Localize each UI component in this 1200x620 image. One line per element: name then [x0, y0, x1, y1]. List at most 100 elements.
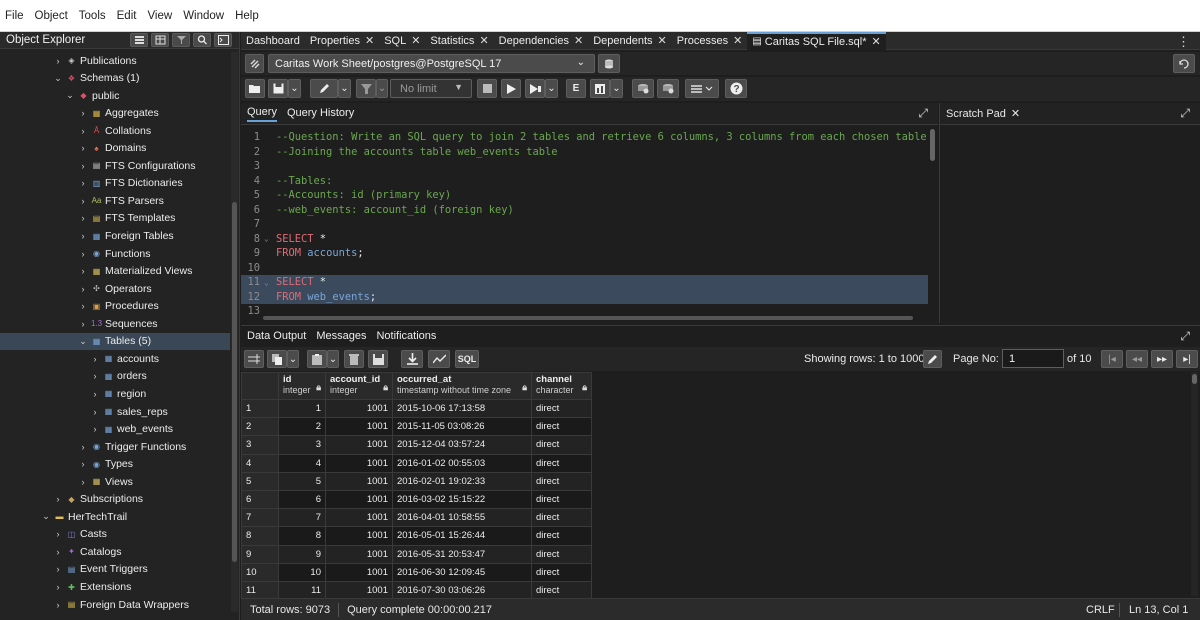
view-data-icon[interactable] — [151, 33, 169, 47]
explain-options-chevron-icon[interactable]: ⌄ — [545, 79, 558, 98]
table-cell[interactable]: 2015-10-06 17:13:58 — [392, 398, 532, 419]
table-cell[interactable]: 2016-06-30 12:09:45 — [392, 562, 532, 582]
row-number[interactable]: 7 — [241, 508, 279, 528]
last-page-icon[interactable]: ▸| — [1176, 350, 1198, 368]
editor-vertical-scrollbar[interactable] — [929, 129, 936, 314]
tree-item-collations[interactable]: › Ā Collations — [78, 122, 152, 139]
tree-item-fts-configurations[interactable]: › ▤ FTS Configurations — [78, 157, 196, 174]
chart-options-chevron-icon[interactable]: ⌄ — [610, 79, 623, 98]
table-cell[interactable]: 1 — [278, 398, 326, 419]
save-file-icon[interactable] — [268, 79, 288, 98]
menu-window[interactable]: Window — [183, 10, 224, 22]
table-cell[interactable]: 10 — [278, 562, 326, 582]
tree-item-public[interactable]: ⌄ ◆ public — [65, 87, 119, 104]
filter-options-chevron-icon[interactable]: ⌄ — [376, 79, 388, 98]
close-icon[interactable]: ✕ — [658, 34, 667, 47]
chevron-right-icon[interactable]: › — [78, 477, 88, 487]
paste-options-chevron-icon[interactable]: ⌄ — [327, 350, 339, 368]
save-options-chevron-icon[interactable]: ⌄ — [288, 79, 301, 98]
tree-item-web-events[interactable]: › ▦ web_events — [90, 421, 174, 438]
tree-item-aggregates[interactable]: › ▦ Aggregates — [78, 105, 159, 122]
tree-item-trigger-functions[interactable]: › ◉ Trigger Functions — [78, 438, 187, 455]
table-cell[interactable]: direct — [531, 453, 592, 473]
tree-item-region[interactable]: › ▦ region — [90, 385, 147, 402]
table-cell[interactable]: direct — [531, 417, 592, 437]
close-icon[interactable]: ✕ — [871, 35, 880, 48]
tree-item-sequences[interactable]: › 1.3 Sequences — [78, 315, 158, 332]
chevron-right-icon[interactable]: › — [78, 284, 88, 294]
table-cell[interactable]: direct — [531, 562, 592, 582]
chevron-right-icon[interactable]: › — [53, 600, 63, 610]
code-line[interactable]: 13 — [241, 304, 928, 319]
row-number[interactable]: 4 — [241, 453, 279, 473]
table-cell[interactable]: 5 — [278, 471, 326, 491]
tree-item-materialized-views[interactable]: › ▦ Materialized Views — [78, 263, 193, 280]
fold-icon[interactable]: ⌄ — [264, 278, 276, 287]
row-number[interactable]: 10 — [241, 562, 279, 582]
chevron-right-icon[interactable]: › — [78, 319, 88, 329]
menu-tools[interactable]: Tools — [79, 10, 106, 22]
table-cell[interactable]: 2016-05-01 15:26:44 — [392, 526, 532, 546]
code-line[interactable]: 4 --Tables: — [241, 174, 928, 189]
row-number[interactable]: 11 — [241, 580, 279, 598]
code-line[interactable]: 2 --Joining the accounts table web_events… — [241, 145, 928, 160]
chevron-right-icon[interactable]: › — [78, 442, 88, 452]
delete-row-icon[interactable] — [344, 350, 364, 368]
table-cell[interactable]: 1001 — [325, 508, 393, 528]
expand-icon[interactable]: ⤢ — [918, 106, 928, 121]
tree-item-orders[interactable]: › ▦ orders — [90, 368, 147, 385]
table-cell[interactable]: 2015-12-04 03:57:24 — [392, 435, 532, 455]
expand-icon[interactable]: ⤢ — [1180, 329, 1190, 344]
chevron-right-icon[interactable]: › — [90, 371, 100, 381]
chevron-right-icon[interactable]: › — [78, 266, 88, 276]
tree-item-views[interactable]: › ▦ Views — [78, 473, 133, 490]
chevron-right-icon[interactable]: › — [78, 108, 88, 118]
tree-item-extensions[interactable]: › ✚ Extensions — [53, 579, 132, 596]
row-limit-select[interactable]: No limit ▼ — [390, 79, 472, 98]
tree-item-subscriptions[interactable]: › ◆ Subscriptions — [53, 491, 144, 508]
table-row[interactable]: 7 7 1001 2016-04-01 10:58:55 direct — [241, 508, 592, 528]
row-number[interactable]: 3 — [241, 435, 279, 455]
download-icon[interactable] — [401, 350, 423, 368]
table-cell[interactable]: 1001 — [325, 398, 393, 419]
tree-item-catalogs[interactable]: › ✦ Catalogs — [53, 543, 122, 560]
chevron-right-icon[interactable]: › — [78, 161, 88, 171]
table-cell[interactable]: 1001 — [325, 417, 393, 437]
chart-icon[interactable] — [590, 79, 610, 98]
tab-query-history[interactable]: Query History — [287, 107, 354, 121]
close-icon[interactable]: ✕ — [365, 34, 374, 47]
code-line[interactable]: 9 FROM accounts; — [241, 246, 928, 261]
fold-icon[interactable]: ⌄ — [264, 234, 276, 243]
change-connection-icon[interactable] — [598, 54, 620, 73]
tab-data-output[interactable]: Data Output — [247, 330, 306, 342]
table-cell[interactable]: 4 — [278, 453, 326, 473]
table-row[interactable]: 2 2 1001 2015-11-05 03:08:26 direct — [241, 417, 592, 437]
table-cell[interactable]: 2016-04-01 10:58:55 — [392, 508, 532, 528]
table-cell[interactable]: 1001 — [325, 453, 393, 473]
tab-processes[interactable]: Processes ✕ — [672, 32, 748, 50]
column-header-id[interactable]: id integer 🔒︎ — [278, 372, 326, 400]
tab-statistics[interactable]: Statistics ✕ — [425, 32, 493, 50]
expand-icon[interactable]: ⤢ — [1180, 106, 1190, 121]
row-number[interactable]: 2 — [241, 417, 279, 437]
code-line[interactable]: 11 ⌄ SELECT * — [241, 275, 928, 290]
chevron-down-icon[interactable]: ⌄ — [65, 90, 75, 101]
table-cell[interactable]: direct — [531, 471, 592, 491]
psql-tool-icon[interactable] — [214, 33, 232, 47]
chevron-right-icon[interactable]: › — [90, 354, 100, 364]
tree-item-publications[interactable]: › ◈ Publications — [53, 52, 137, 69]
chevron-right-icon[interactable]: › — [78, 196, 88, 206]
code-line[interactable]: 5 --Accounts: id (primary key) — [241, 188, 928, 203]
code-line[interactable]: 8 ⌄ SELECT * — [241, 232, 928, 247]
table-cell[interactable]: 1001 — [325, 526, 393, 546]
tab-dependencies[interactable]: Dependencies ✕ — [494, 32, 589, 50]
table-cell[interactable]: 7 — [278, 508, 326, 528]
table-row[interactable]: 9 9 1001 2016-05-31 20:53:47 direct — [241, 544, 592, 564]
macros-icon[interactable] — [685, 79, 719, 98]
open-file-icon[interactable] — [245, 79, 265, 98]
sql-icon[interactable]: SQL — [455, 350, 479, 368]
chevron-right-icon[interactable]: › — [53, 56, 63, 66]
tree-scrollbar[interactable] — [231, 52, 238, 612]
close-icon[interactable]: ✕ — [411, 34, 420, 47]
chevron-right-icon[interactable]: › — [78, 178, 88, 188]
